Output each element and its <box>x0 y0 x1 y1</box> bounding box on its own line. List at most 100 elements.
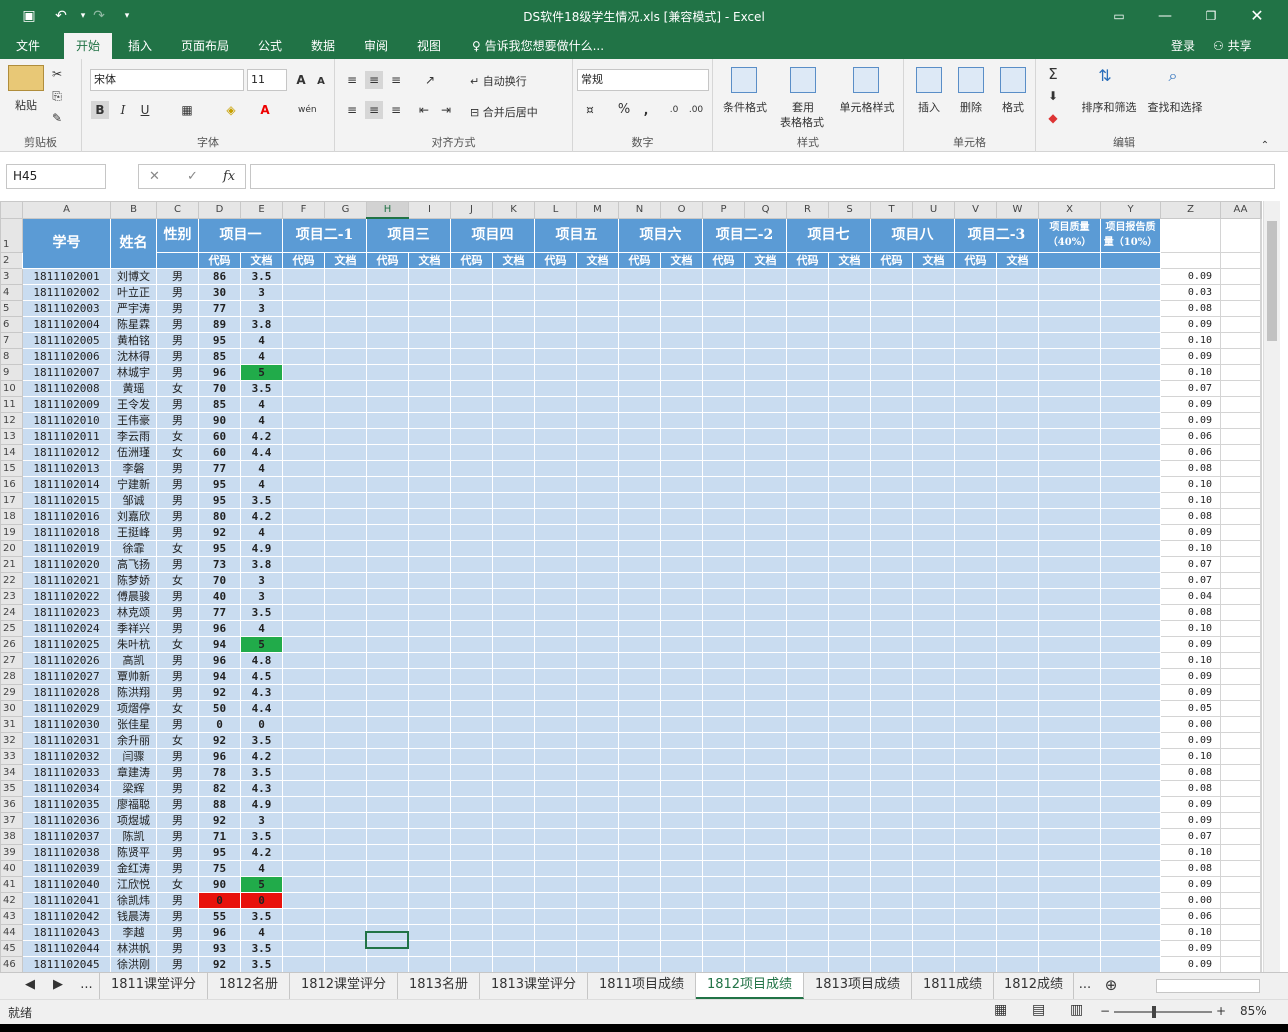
cell-name[interactable]: 王挺峰 <box>110 523 157 541</box>
cell[interactable] <box>828 699 871 717</box>
cell[interactable] <box>450 955 493 972</box>
cell[interactable] <box>1038 459 1101 477</box>
cell-name[interactable]: 徐洪刚 <box>110 955 157 972</box>
cell[interactable] <box>996 379 1039 397</box>
cell[interactable] <box>912 827 955 845</box>
cell-code-score[interactable]: 60 <box>198 427 241 445</box>
cell[interactable] <box>954 891 997 909</box>
cell[interactable] <box>282 667 325 685</box>
tab-review[interactable]: 审阅 <box>356 33 396 59</box>
cell[interactable] <box>450 331 493 349</box>
cell[interactable] <box>324 347 367 365</box>
cell[interactable] <box>492 635 535 653</box>
cell-code-score[interactable]: 95 <box>198 475 241 493</box>
cell[interactable] <box>534 923 577 941</box>
cell[interactable] <box>534 395 577 413</box>
cell[interactable] <box>828 683 871 701</box>
cell[interactable] <box>450 427 493 445</box>
cell[interactable] <box>660 555 703 573</box>
cell[interactable] <box>828 907 871 925</box>
cell[interactable] <box>1100 795 1161 813</box>
cell[interactable] <box>870 875 913 893</box>
cell[interactable] <box>1220 843 1261 861</box>
cell[interactable] <box>1038 875 1101 893</box>
cell[interactable] <box>1220 331 1261 349</box>
cell[interactable] <box>870 283 913 301</box>
cell[interactable] <box>954 699 997 717</box>
cell[interactable] <box>828 715 871 733</box>
cell[interactable] <box>828 315 871 333</box>
column-header-i[interactable]: I <box>408 201 451 219</box>
cell-doc-score[interactable]: 4.5 <box>240 667 283 685</box>
cell-sex[interactable]: 男 <box>156 315 199 333</box>
cell-doc-score[interactable]: 0 <box>240 715 283 733</box>
cell[interactable] <box>282 491 325 509</box>
cell[interactable] <box>618 571 661 589</box>
cell[interactable] <box>618 939 661 957</box>
cell-student-id[interactable]: 1811102031 <box>22 731 111 749</box>
cell-z-value[interactable]: 0.09 <box>1160 347 1221 365</box>
cell[interactable] <box>1100 891 1161 909</box>
sheet-tab-1811-project[interactable]: 1811项目成绩 <box>588 973 696 999</box>
cell-name[interactable]: 陈星霖 <box>110 315 157 333</box>
cell[interactable] <box>282 427 325 445</box>
cell[interactable] <box>450 443 493 461</box>
insert-function-icon[interactable]: fx <box>223 165 235 188</box>
cell-student-id[interactable]: 1811102012 <box>22 443 111 461</box>
cell-code-score[interactable]: 85 <box>198 395 241 413</box>
cell[interactable] <box>576 955 619 972</box>
cell[interactable] <box>366 747 409 765</box>
cell[interactable] <box>1220 667 1261 685</box>
cell[interactable] <box>996 731 1039 749</box>
cell[interactable] <box>1220 523 1261 541</box>
cell[interactable] <box>1038 491 1101 509</box>
cell[interactable] <box>702 875 745 893</box>
cell[interactable] <box>828 379 871 397</box>
cell[interactable] <box>324 859 367 877</box>
cell[interactable] <box>1220 875 1261 893</box>
cell[interactable] <box>702 779 745 797</box>
cell[interactable] <box>744 363 787 381</box>
cell[interactable] <box>324 907 367 925</box>
cell[interactable] <box>534 491 577 509</box>
cell[interactable] <box>954 315 997 333</box>
cell[interactable] <box>954 859 997 877</box>
zoom-slider-thumb[interactable] <box>1152 1006 1156 1018</box>
cell-z-value[interactable]: 0.10 <box>1160 363 1221 381</box>
cell[interactable] <box>324 699 367 717</box>
cell-z-value[interactable]: 0.09 <box>1160 795 1221 813</box>
cell[interactable] <box>576 539 619 557</box>
cell[interactable] <box>996 859 1039 877</box>
cell[interactable] <box>534 443 577 461</box>
cell[interactable] <box>366 731 409 749</box>
cell[interactable] <box>954 283 997 301</box>
cell-name[interactable]: 王令发 <box>110 395 157 413</box>
cell[interactable] <box>1100 635 1161 653</box>
cell[interactable] <box>1038 347 1101 365</box>
cell[interactable] <box>744 331 787 349</box>
cell-sex[interactable]: 男 <box>156 667 199 685</box>
cell-z-value[interactable]: 0.06 <box>1160 427 1221 445</box>
cell-name[interactable]: 林克颂 <box>110 603 157 621</box>
cell[interactable] <box>618 363 661 381</box>
cell[interactable] <box>912 699 955 717</box>
cell[interactable] <box>1038 475 1101 493</box>
cell[interactable] <box>996 875 1039 893</box>
cell[interactable] <box>702 507 745 525</box>
cell[interactable] <box>324 331 367 349</box>
cell[interactable] <box>1220 923 1261 941</box>
tab-insert[interactable]: 插入 <box>120 33 160 59</box>
cell[interactable] <box>996 299 1039 317</box>
cell[interactable] <box>492 571 535 589</box>
cell[interactable] <box>702 315 745 333</box>
cell[interactable] <box>954 779 997 797</box>
cell-name[interactable]: 沈林得 <box>110 347 157 365</box>
cell[interactable] <box>366 763 409 781</box>
cell[interactable] <box>1220 859 1261 877</box>
cell[interactable] <box>576 619 619 637</box>
cell[interactable] <box>1100 283 1161 301</box>
cell[interactable] <box>996 843 1039 861</box>
zoom-out-icon[interactable]: − <box>1100 1004 1110 1018</box>
cell[interactable] <box>702 811 745 829</box>
cell-student-id[interactable]: 1811102004 <box>22 315 111 333</box>
